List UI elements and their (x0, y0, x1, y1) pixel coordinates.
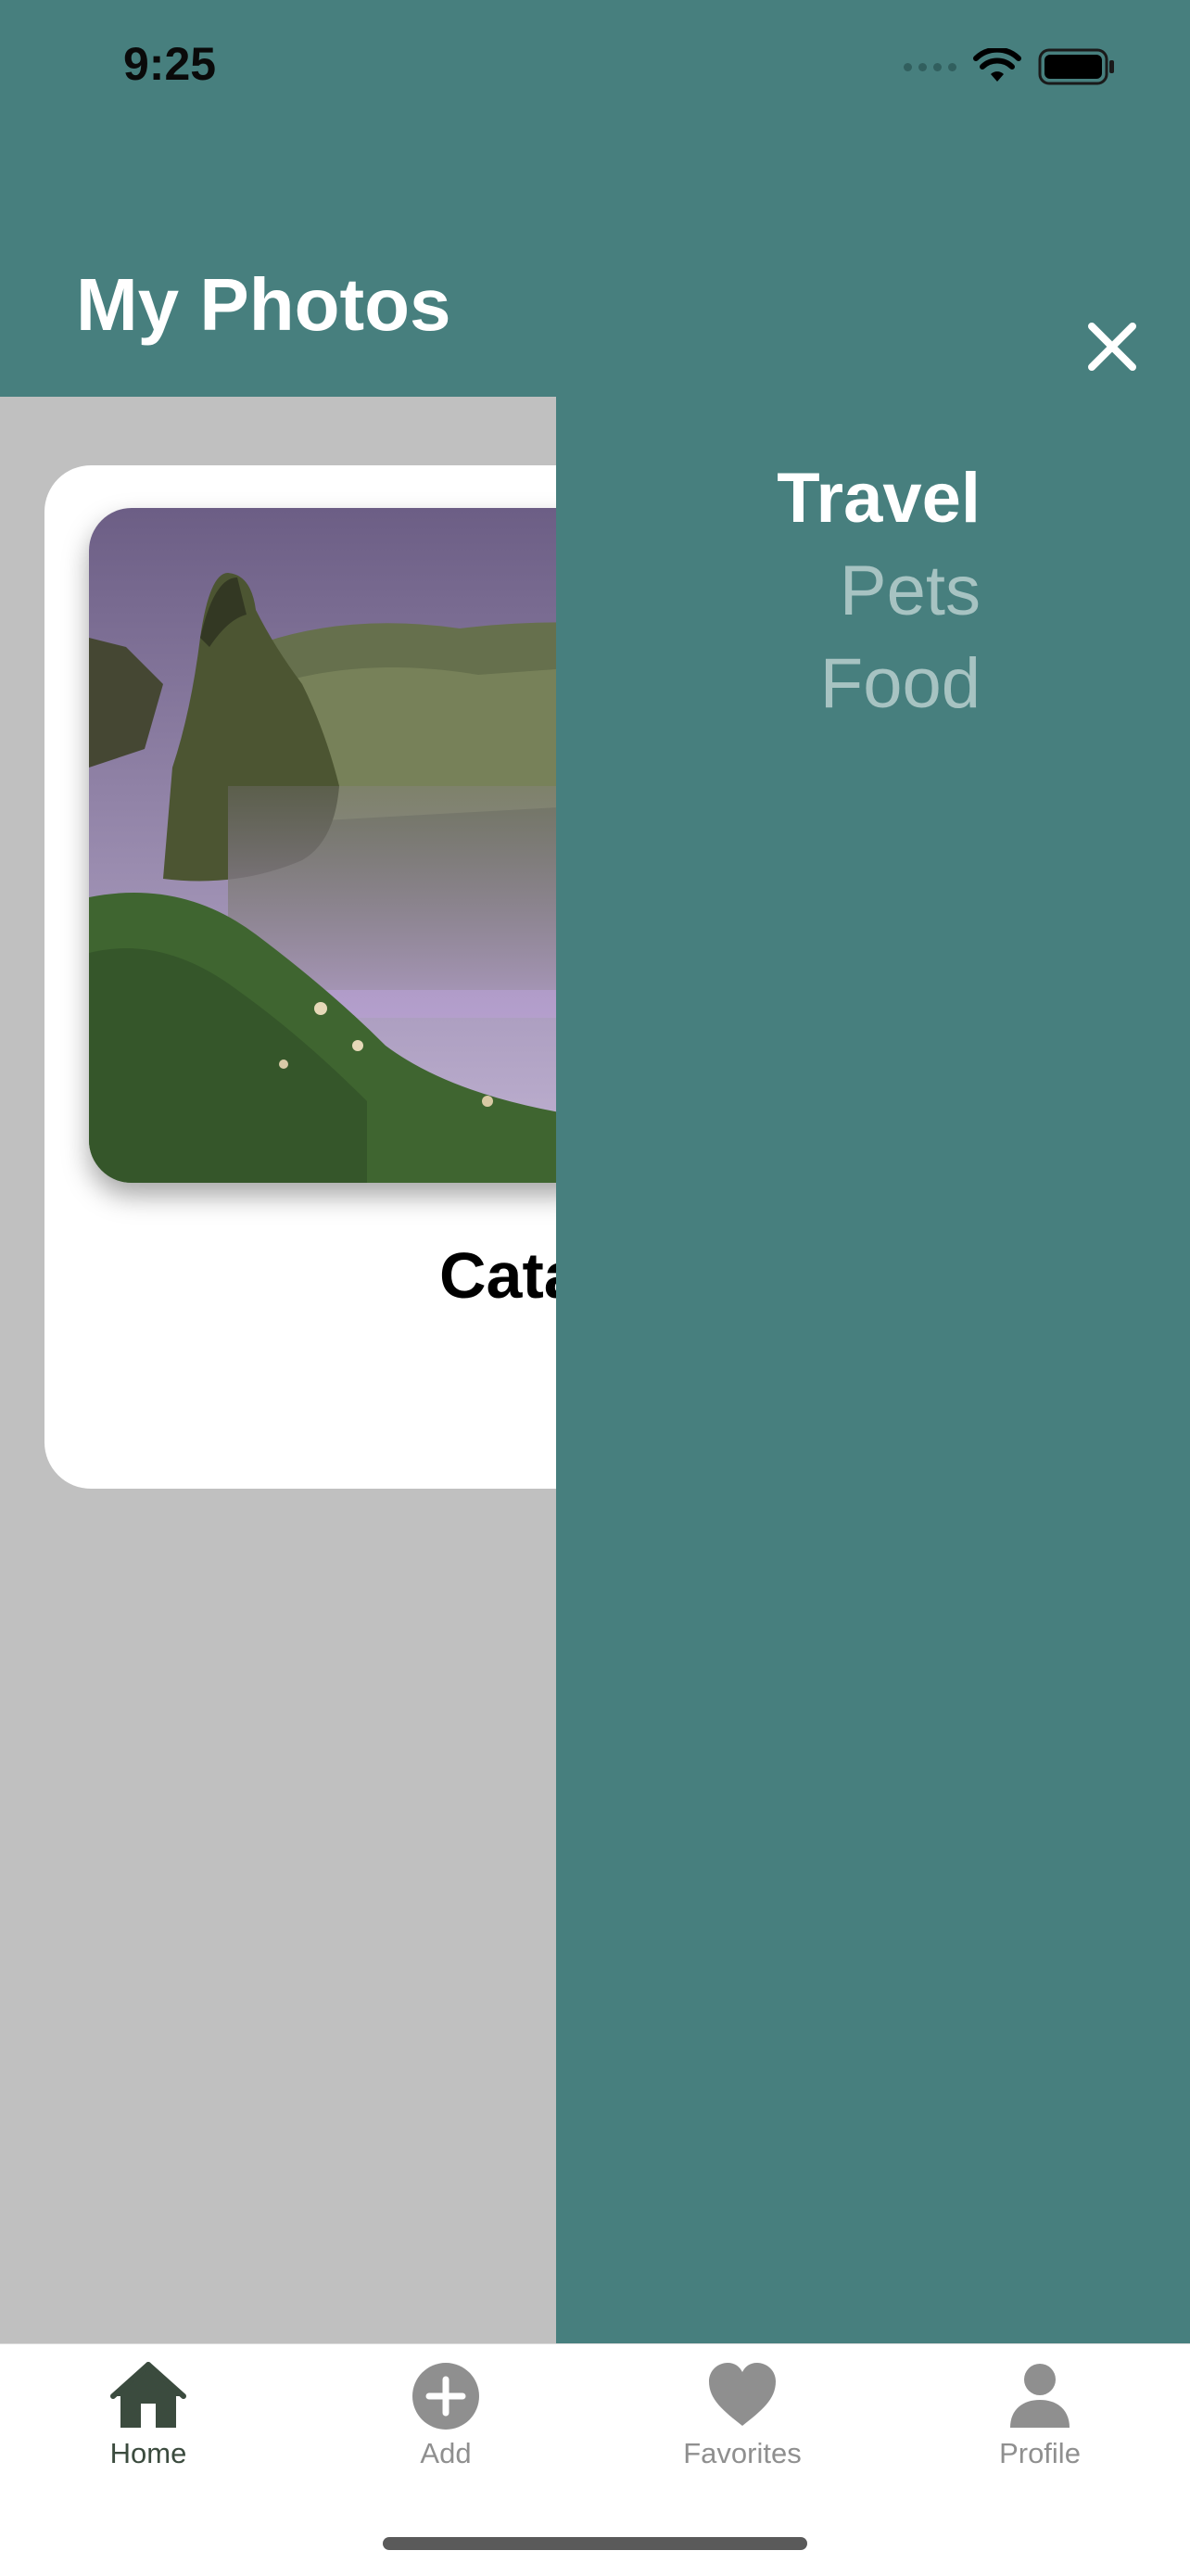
battery-icon (1038, 48, 1114, 85)
home-icon (110, 2362, 186, 2428)
tab-label-profile: Profile (999, 2437, 1081, 2469)
tab-add[interactable]: Add (353, 2361, 538, 2470)
add-circle-icon (412, 2363, 479, 2430)
wifi-icon (973, 48, 1021, 82)
close-button[interactable] (1075, 310, 1149, 384)
page-title: My Photos (76, 263, 451, 346)
menu-item-pets[interactable]: Pets (777, 545, 981, 638)
cellular-signal-icon (904, 62, 956, 71)
photo-image[interactable] (89, 508, 608, 1183)
home-indicator[interactable] (383, 2537, 807, 2550)
category-menu: Travel Pets Food (777, 452, 981, 730)
tab-home[interactable]: Home (56, 2361, 241, 2470)
menu-item-food[interactable]: Food (777, 638, 981, 730)
tab-favorites[interactable]: Favorites (650, 2361, 835, 2470)
status-indicators (904, 39, 1116, 95)
app-header: 9:25 My Photos (0, 0, 1190, 397)
heart-icon (709, 2363, 776, 2426)
menu-item-travel[interactable]: Travel (777, 452, 981, 545)
tab-profile[interactable]: Profile (947, 2361, 1133, 2470)
tab-label-add: Add (420, 2437, 472, 2469)
person-icon (1010, 2364, 1070, 2428)
status-time: 9:25 (123, 38, 217, 90)
tab-label-home: Home (109, 2437, 187, 2469)
close-icon (1088, 323, 1136, 371)
tab-label-favorites: Favorites (683, 2437, 802, 2469)
